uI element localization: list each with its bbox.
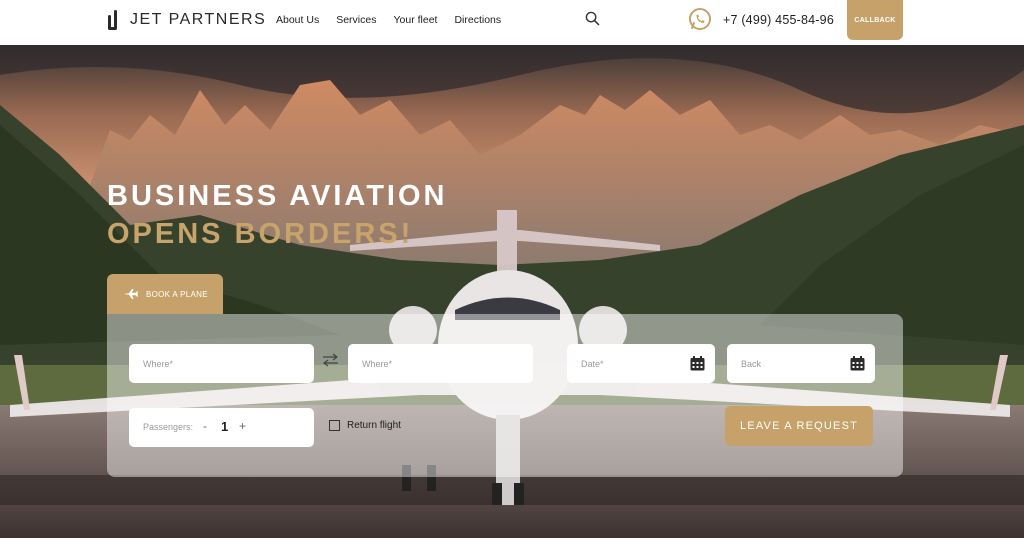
to-input[interactable] xyxy=(348,344,533,383)
passengers-stepper: Passengers: - 1 + xyxy=(129,408,314,447)
booking-form: Passengers: - 1 + xyxy=(107,314,903,477)
logo-icon xyxy=(106,9,122,31)
nav-directions[interactable]: Directions xyxy=(454,14,501,26)
date-field[interactable] xyxy=(567,344,715,383)
from-input[interactable] xyxy=(129,344,314,383)
from-field[interactable] xyxy=(129,344,314,383)
hero-title-line1: BUSINESS AVIATION xyxy=(107,180,448,212)
tab-book-a-plane-label: BOOK A PLANE xyxy=(146,289,208,299)
leave-request-button[interactable]: LEAVE A REQUEST xyxy=(725,406,873,446)
hero-title-line2: OPENS BORDERS! xyxy=(107,218,414,250)
nav-services[interactable]: Services xyxy=(336,14,376,26)
callback-button[interactable]: CALLBACK xyxy=(847,0,903,40)
plane-icon xyxy=(124,289,138,299)
main-nav: About Us Services Your fleet Directions xyxy=(276,14,501,26)
checkbox-box[interactable] xyxy=(329,420,340,431)
return-flight-checkbox[interactable]: Return flight xyxy=(329,420,401,431)
nav-your-fleet[interactable]: Your fleet xyxy=(393,14,437,26)
passengers-increment-button[interactable]: + xyxy=(239,419,246,433)
site-header: JET PARTNERS About Us Services Your flee… xyxy=(0,0,1024,45)
nav-about-us[interactable]: About Us xyxy=(276,14,319,26)
back-field[interactable] xyxy=(727,344,875,383)
calendar-icon[interactable] xyxy=(850,356,865,371)
brand-name: JET PARTNERS xyxy=(130,11,267,28)
return-flight-label: Return flight xyxy=(347,420,401,431)
calendar-icon[interactable] xyxy=(690,356,705,371)
whatsapp-icon[interactable] xyxy=(688,7,712,31)
hero-section: BUSINESS AVIATION OPENS BORDERS! BOOK A … xyxy=(0,45,1024,538)
search-icon[interactable] xyxy=(585,11,600,26)
to-field[interactable] xyxy=(348,344,533,383)
logo[interactable]: JET PARTNERS xyxy=(106,9,266,31)
phone-number[interactable]: +7 (499) 455-84-96 xyxy=(723,13,834,27)
passengers-decrement-button[interactable]: - xyxy=(203,419,207,433)
passengers-value: 1 xyxy=(221,419,229,434)
passengers-label: Passengers: xyxy=(143,422,194,432)
tab-book-a-plane[interactable]: BOOK A PLANE xyxy=(107,274,223,314)
swap-icon[interactable] xyxy=(322,353,339,367)
